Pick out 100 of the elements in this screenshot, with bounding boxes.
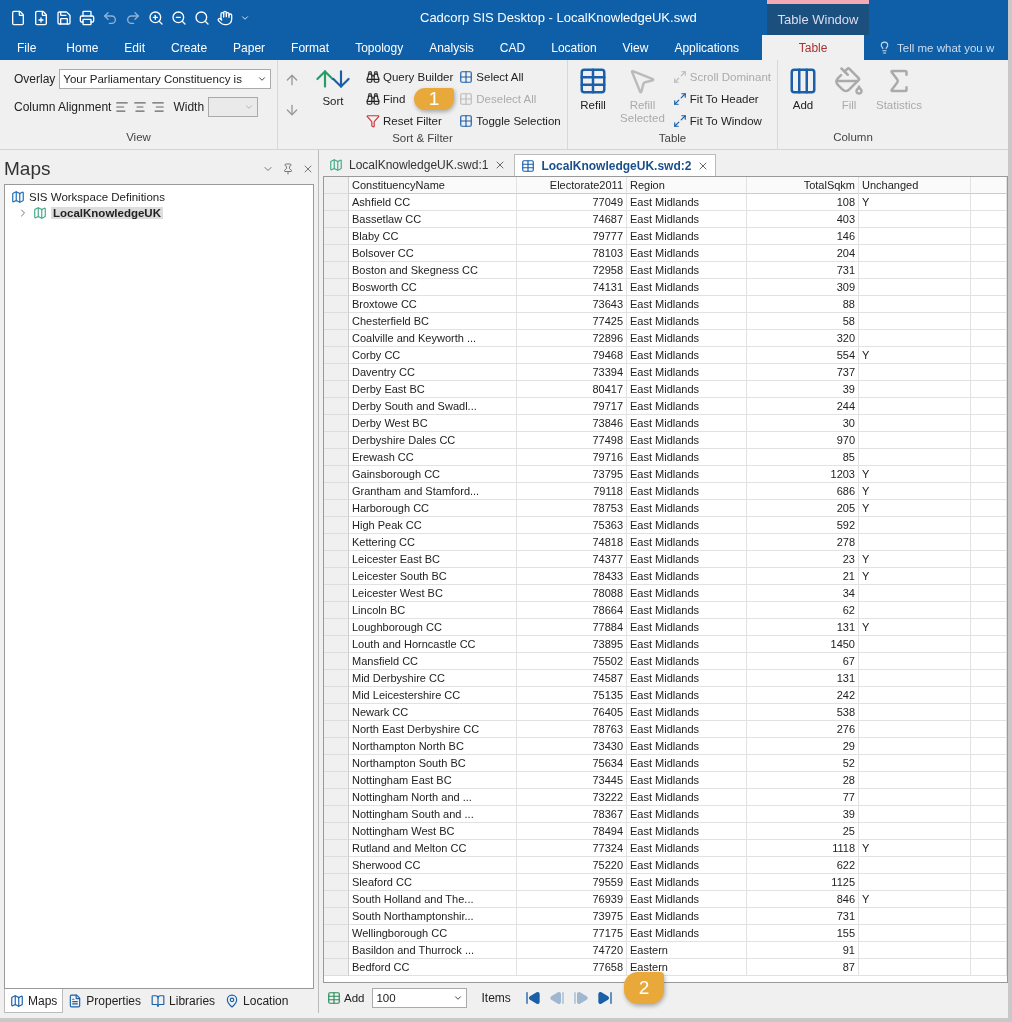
pane-tab[interactable]: Maps xyxy=(4,989,64,1013)
row-header[interactable] xyxy=(324,619,349,636)
row-header[interactable] xyxy=(324,245,349,262)
column-header[interactable]: Electorate2011 xyxy=(517,177,627,194)
pane-tab[interactable]: Libraries xyxy=(146,989,221,1013)
menu-tab[interactable]: Table xyxy=(762,35,865,60)
pane-tab[interactable]: Location xyxy=(220,989,294,1013)
document-tab[interactable]: LocalKnowledgeUK.swd:1 xyxy=(323,154,513,176)
row-header[interactable] xyxy=(324,551,349,568)
menu-tab[interactable]: Analysis xyxy=(416,35,487,60)
menu-tab[interactable]: Edit xyxy=(111,35,159,60)
pin-icon[interactable] xyxy=(282,163,294,175)
file-icon[interactable] xyxy=(10,9,26,26)
search-icon[interactable] xyxy=(194,9,210,26)
row-header[interactable] xyxy=(324,687,349,704)
sort-ascending-icon[interactable] xyxy=(284,72,300,88)
row-header[interactable] xyxy=(324,534,349,551)
menu-tab[interactable]: Home xyxy=(53,35,112,60)
menu-tab[interactable]: Paper xyxy=(220,35,279,60)
row-header[interactable] xyxy=(324,194,349,211)
row-header[interactable] xyxy=(324,330,349,347)
undo-icon[interactable] xyxy=(102,9,118,26)
row-header[interactable] xyxy=(324,585,349,602)
row-header[interactable] xyxy=(324,755,349,772)
hand-icon[interactable] xyxy=(217,9,233,26)
ribbon-button[interactable]: Fit To Header xyxy=(672,88,759,110)
row-header[interactable] xyxy=(324,704,349,721)
row-header[interactable] xyxy=(324,789,349,806)
row-header[interactable] xyxy=(324,432,349,449)
row-header[interactable] xyxy=(324,517,349,534)
column-header[interactable]: ConstituencyName xyxy=(349,177,517,194)
menu-tab[interactable]: CAD xyxy=(486,35,539,60)
align-center-icon[interactable] xyxy=(133,100,148,114)
row-header[interactable] xyxy=(324,211,349,228)
row-header[interactable] xyxy=(324,364,349,381)
ribbon-button[interactable]: Refill xyxy=(574,66,613,132)
width-dropdown[interactable] xyxy=(208,97,259,117)
row-header[interactable] xyxy=(324,279,349,296)
pane-tab[interactable]: Properties xyxy=(63,989,147,1013)
align-left-icon[interactable] xyxy=(115,100,130,114)
row-header[interactable] xyxy=(324,415,349,432)
save-icon[interactable] xyxy=(56,9,72,26)
ribbon-button[interactable]: Fit To Window xyxy=(672,110,762,132)
new-file-icon[interactable] xyxy=(33,9,49,26)
menu-tab[interactable]: File xyxy=(0,35,54,60)
row-header[interactable] xyxy=(324,466,349,483)
sort-descending-icon[interactable] xyxy=(284,102,300,118)
ribbon-button[interactable]: Reset Filter xyxy=(366,110,442,132)
menu-tab[interactable]: Location xyxy=(538,35,610,60)
print-icon[interactable] xyxy=(79,9,95,26)
row-header[interactable] xyxy=(324,313,349,330)
row-header[interactable] xyxy=(324,721,349,738)
tell-me-field[interactable]: Tell me what you w xyxy=(864,35,995,60)
menu-tab[interactable]: View xyxy=(609,35,662,60)
ribbon-button[interactable]: Add xyxy=(784,66,822,131)
row-header[interactable] xyxy=(324,823,349,840)
row-header[interactable] xyxy=(324,738,349,755)
add-button[interactable]: Add xyxy=(327,987,365,1009)
page-nav-icon[interactable] xyxy=(596,990,613,1006)
menu-tab[interactable]: Applications xyxy=(661,35,753,60)
row-header[interactable] xyxy=(324,891,349,908)
row-header[interactable] xyxy=(324,908,349,925)
close-icon[interactable] xyxy=(302,163,314,175)
row-header[interactable] xyxy=(324,262,349,279)
row-header[interactable] xyxy=(324,959,349,976)
menu-tab[interactable]: Format xyxy=(278,35,343,60)
row-header[interactable] xyxy=(324,449,349,466)
row-header[interactable] xyxy=(324,670,349,687)
column-header[interactable]: Unchanged xyxy=(859,177,971,194)
menu-tab[interactable]: Topology xyxy=(342,35,417,60)
ribbon-button[interactable]: Find xyxy=(366,88,406,110)
row-header[interactable] xyxy=(324,942,349,959)
tree-item[interactable]: LocalKnowledgeUK xyxy=(51,207,163,219)
sort-button[interactable]: Sort xyxy=(308,66,358,132)
row-header[interactable] xyxy=(324,925,349,942)
align-right-icon[interactable] xyxy=(151,100,166,114)
row-header[interactable] xyxy=(324,500,349,517)
ribbon-button[interactable]: Query Builder xyxy=(366,66,454,88)
row-header[interactable] xyxy=(324,772,349,789)
zoom-in-icon[interactable] xyxy=(148,9,164,26)
document-tab[interactable]: LocalKnowledgeUK.swd:2 xyxy=(514,154,717,176)
row-header[interactable] xyxy=(324,857,349,874)
tree-item[interactable]: SIS Workspace Definitions xyxy=(29,191,165,203)
row-header[interactable] xyxy=(324,296,349,313)
row-header[interactable] xyxy=(324,874,349,891)
column-header[interactable]: Region xyxy=(627,177,747,194)
row-header[interactable] xyxy=(324,602,349,619)
row-header[interactable] xyxy=(324,806,349,823)
row-header[interactable] xyxy=(324,840,349,857)
row-header[interactable] xyxy=(324,347,349,364)
row-header[interactable] xyxy=(324,568,349,585)
column-header[interactable]: TotalSqkm xyxy=(747,177,859,194)
row-header[interactable] xyxy=(324,381,349,398)
page-nav-icon[interactable] xyxy=(524,990,541,1006)
row-header[interactable] xyxy=(324,483,349,500)
row-header[interactable] xyxy=(324,636,349,653)
zoom-out-icon[interactable] xyxy=(171,9,187,26)
ribbon-button[interactable]: Toggle Selection xyxy=(459,110,561,132)
ribbon-button[interactable]: Select All xyxy=(459,66,524,88)
menu-tab[interactable]: Create xyxy=(158,35,221,60)
